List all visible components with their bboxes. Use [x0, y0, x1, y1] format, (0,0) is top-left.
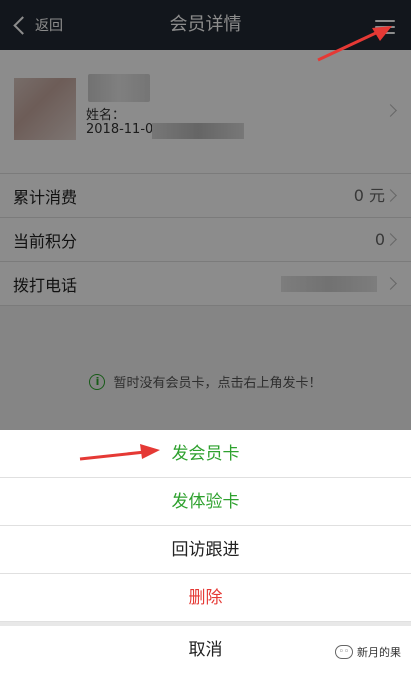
issue-member-card-button[interactable]: 发会员卡: [0, 430, 411, 478]
modal-overlay[interactable]: [0, 0, 411, 430]
follow-up-visit-button[interactable]: 回访跟进: [0, 526, 411, 574]
delete-button[interactable]: 删除: [0, 574, 411, 622]
watermark-text: 新月的果: [357, 646, 401, 659]
watermark: ◦◦ 新月的果: [335, 644, 401, 660]
action-sheet: 发会员卡 发体验卡 回访跟进 删除 取消: [0, 430, 411, 674]
issue-trial-card-button[interactable]: 发体验卡: [0, 478, 411, 526]
wechat-icon: ◦◦: [335, 645, 353, 659]
